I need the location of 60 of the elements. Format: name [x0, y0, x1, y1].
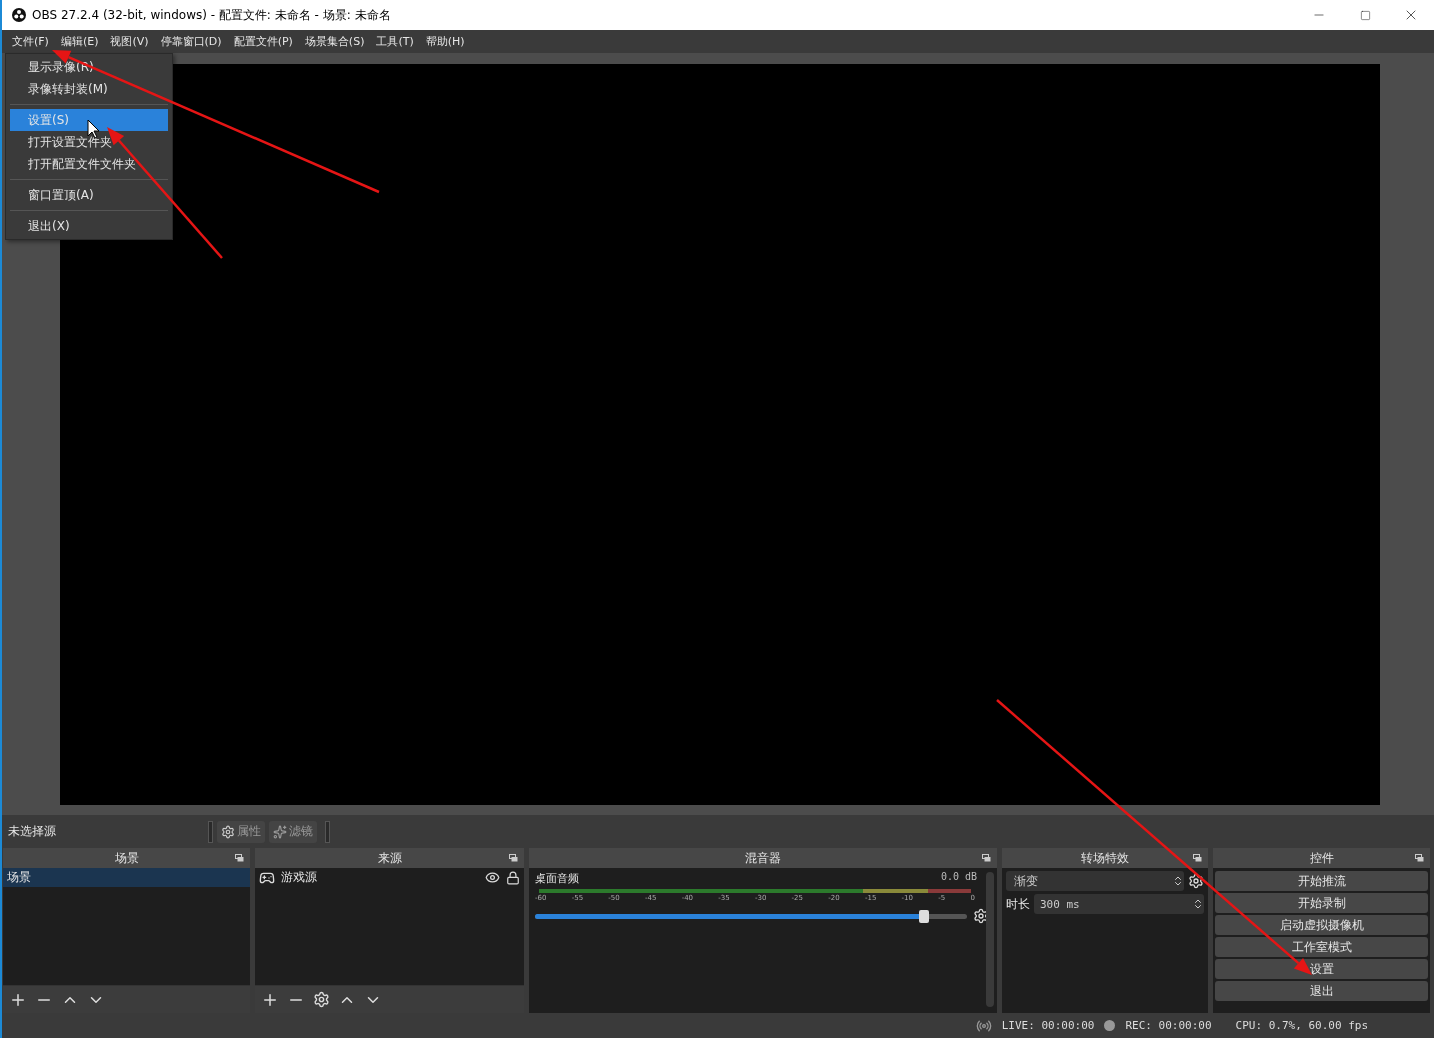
transition-dropdown[interactable]: 渐变 — [1006, 871, 1184, 891]
menu-item[interactable]: 文件(F) — [6, 32, 55, 51]
scene-item[interactable]: 场景 — [3, 868, 250, 887]
eye-icon[interactable] — [485, 870, 500, 885]
float-icon[interactable] — [1193, 854, 1202, 862]
spin-arrows-icon — [1192, 898, 1204, 910]
toolbar-separator — [325, 820, 330, 843]
lock-icon[interactable] — [506, 870, 520, 885]
control-button[interactable]: 开始录制 — [1215, 893, 1428, 913]
control-button[interactable]: 退出 — [1215, 981, 1428, 1001]
volume-reading: 0.0 dB — [940, 871, 977, 884]
dock-title: 场景 — [114, 849, 139, 867]
menu-item[interactable]: 编辑(E) — [54, 32, 105, 51]
settings-icon[interactable] — [973, 908, 989, 924]
slider-thumb[interactable] — [918, 909, 929, 923]
live-time: LIVE: 00:00:00 — [1001, 1019, 1095, 1032]
app-logo-icon — [12, 8, 26, 22]
dock-title: 混音器 — [745, 849, 781, 867]
source-name: 游戏源 — [281, 869, 318, 886]
toolbar-separator — [208, 820, 213, 843]
record-dot-icon — [1104, 1020, 1116, 1031]
window-title: OBS 27.2.4 (32-bit, windows) - 配置文件: 未命名 - 场景: 未命名 — [32, 6, 392, 24]
maximize-icon — [1359, 9, 1371, 21]
menu-item[interactable]: 视图(V) — [104, 32, 155, 51]
dock-title: 转场特效 — [1081, 849, 1129, 867]
menu-item[interactable]: 配置文件(P) — [227, 32, 299, 51]
duration-field[interactable]: 300 ms — [1034, 894, 1204, 914]
spin-arrows-icon — [1172, 875, 1184, 887]
filters-button[interactable]: 滤镜 — [269, 820, 317, 843]
menu-option[interactable]: 录像转封装(M) — [10, 78, 168, 100]
control-button[interactable]: 设置 — [1215, 959, 1428, 979]
settings-icon[interactable] — [1188, 873, 1204, 889]
menu-option[interactable]: 退出(X) — [10, 215, 168, 237]
control-button[interactable]: 开始推流 — [1215, 871, 1428, 891]
float-icon[interactable] — [982, 854, 991, 862]
menu-option[interactable]: 打开设置文件夹 — [10, 131, 168, 153]
menu-option[interactable]: 窗口置顶(A) — [10, 184, 168, 206]
control-button[interactable]: 工作室模式 — [1215, 937, 1428, 957]
cpu-fps: CPU: 0.7%, 60.00 fps — [1235, 1019, 1368, 1032]
menu-item[interactable]: 停靠窗口(D) — [154, 32, 228, 51]
menu-option[interactable]: 打开配置文件文件夹 — [10, 153, 168, 175]
float-icon[interactable] — [509, 854, 518, 862]
channel-name: 桌面音频 — [535, 871, 579, 886]
source-item[interactable]: 游戏源 — [255, 868, 524, 887]
float-icon[interactable] — [1415, 854, 1424, 862]
control-button[interactable]: 启动虚拟摄像机 — [1215, 915, 1428, 935]
settings-icon[interactable] — [313, 991, 330, 1008]
float-icon[interactable] — [235, 854, 244, 862]
scrollbar[interactable] — [986, 872, 994, 1007]
duration-label: 时长 — [1006, 895, 1030, 913]
sparkle-icon — [273, 824, 287, 839]
menu-item[interactable]: 工具(T) — [370, 32, 420, 51]
no-source-label: 未选择源 — [8, 823, 57, 840]
dock-title: 控件 — [1309, 849, 1334, 867]
dock-title: 来源 — [377, 849, 402, 867]
settings-icon — [221, 824, 235, 839]
menu-item[interactable]: 场景集合(S) — [298, 32, 371, 51]
rec-time: REC: 00:00:00 — [1125, 1019, 1212, 1032]
properties-button[interactable]: 属性 — [217, 820, 265, 843]
menu-item[interactable]: 帮助(H) — [419, 32, 471, 51]
